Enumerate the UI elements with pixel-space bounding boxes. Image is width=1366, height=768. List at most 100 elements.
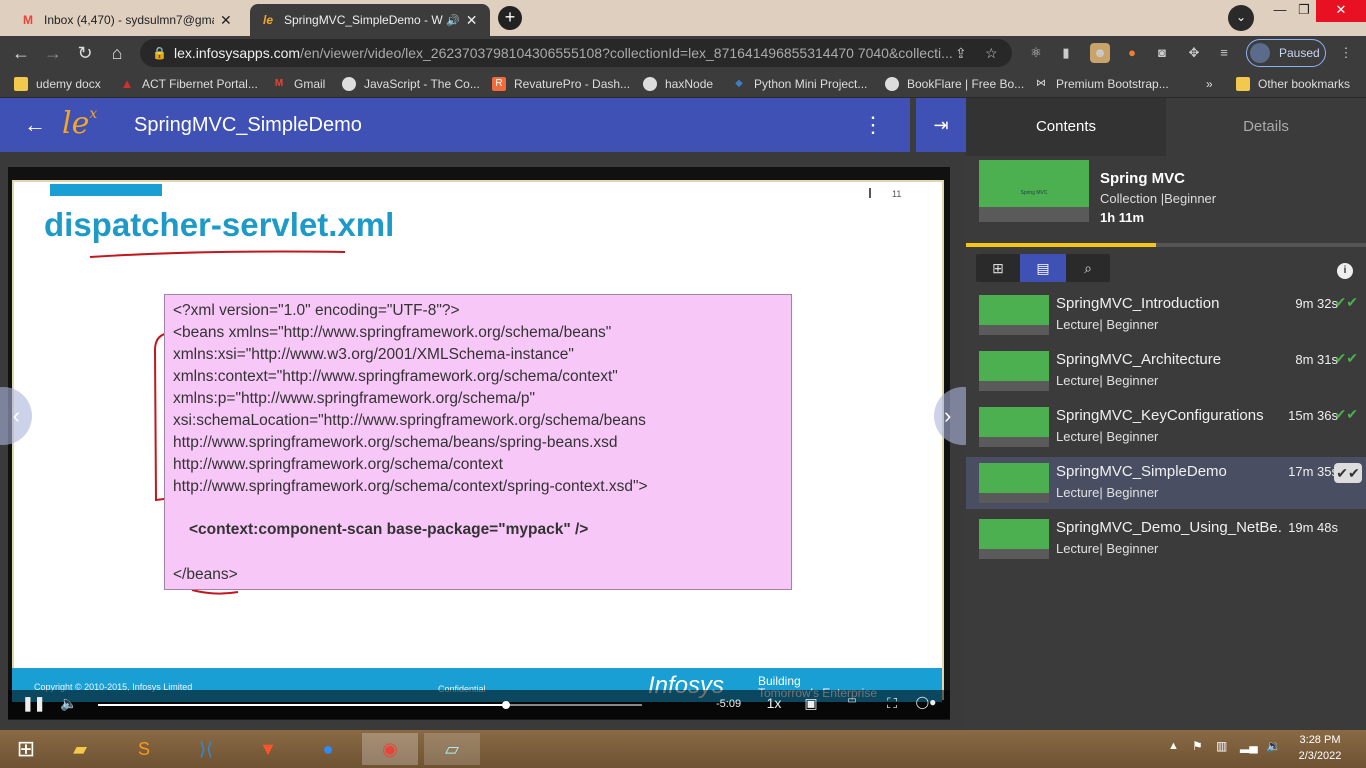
time-remaining: -5:09 bbox=[716, 698, 742, 710]
thumbnail-band bbox=[979, 325, 1049, 335]
lecture-item[interactable]: SpringMVC_Introduction Lecture| Beginner 9… bbox=[966, 289, 1366, 341]
completed-check-icon: ✔✔ bbox=[1334, 350, 1358, 366]
lecture-duration: 9m 32s bbox=[1295, 296, 1338, 311]
contents-panel: Contents Details Spring MVC Spring MVC C… bbox=[966, 98, 1366, 730]
volume-icon[interactable]: 🔈 bbox=[60, 695, 77, 712]
seek-bar[interactable] bbox=[98, 701, 642, 709]
code-line: xmlns:xsi="http://www.w3.org/2001/XMLSch… bbox=[173, 346, 574, 363]
extension-drop-icon[interactable]: ● bbox=[1122, 43, 1142, 63]
thumbnail-band bbox=[979, 381, 1049, 391]
code-box: <?xml version="1.0" encoding="UTF-8"?> <… bbox=[164, 294, 792, 590]
other-bookmarks[interactable]: Other bookmarks bbox=[1236, 75, 1350, 93]
profile-button[interactable]: Paused bbox=[1246, 39, 1326, 67]
profile-status: Paused bbox=[1279, 46, 1320, 60]
lecture-thumbnail bbox=[979, 519, 1049, 559]
quality-icon[interactable]: ▭ bbox=[844, 695, 860, 706]
extensions-puzzle-icon[interactable]: ✥ bbox=[1184, 43, 1204, 63]
autoplay-toggle-icon[interactable]: ◯● bbox=[910, 695, 942, 709]
seek-bar-progress bbox=[98, 704, 506, 706]
lecture-name: SpringMVC_KeyConfigurations bbox=[1056, 407, 1264, 424]
camera-extension-icon[interactable]: ◙ bbox=[1152, 43, 1172, 63]
sublime-text-icon[interactable]: S bbox=[122, 733, 166, 765]
completed-check-icon: ✔✔ bbox=[1334, 406, 1358, 422]
zoom-icon[interactable]: ● bbox=[306, 733, 350, 765]
thumbnail-band bbox=[979, 549, 1049, 559]
collection-progress-track bbox=[966, 243, 1366, 247]
lecture-thumbnail bbox=[979, 351, 1049, 391]
lecture-item[interactable]: SpringMVC_KeyConfigurations Lecture| Begi… bbox=[966, 401, 1366, 453]
clock-time[interactable]: 3:28 PM bbox=[1290, 734, 1350, 746]
tray-flag-icon[interactable]: ⚑ bbox=[1192, 739, 1203, 753]
search-icon[interactable]: ⌕ bbox=[1066, 254, 1110, 282]
lecture-item[interactable]: SpringMVC_SimpleDemo Lecture| Beginner 17m… bbox=[966, 457, 1366, 509]
close-window-button[interactable]: ✕ bbox=[1316, 0, 1366, 22]
lecture-name: SpringMVC_Demo_Using_NetBe... bbox=[1056, 519, 1281, 536]
lecture-subtitle: Lecture| Beginner bbox=[1056, 429, 1159, 444]
windows-taskbar: ⊞ ▰ S ⟩⟨ ▼ ● ◉ ▱ ▲ ⚑ ▥ ▂▄ 🔉 3:28 PM 2/3/… bbox=[0, 730, 1366, 768]
lecture-duration: 17m 35s bbox=[1288, 464, 1338, 479]
lecture-item[interactable]: SpringMVC_Demo_Using_NetBe... Lecture| Be… bbox=[966, 513, 1366, 565]
tab-contents[interactable]: Contents bbox=[966, 98, 1166, 156]
tray-network-icon[interactable]: ▥ bbox=[1216, 739, 1227, 753]
code-line: <?xml version="1.0" encoding="UTF-8"?> bbox=[173, 302, 460, 319]
tray-chevron-icon[interactable]: ▲ bbox=[1168, 740, 1179, 752]
bookmark-star-icon[interactable]: ☆ bbox=[985, 39, 998, 67]
lecture-item[interactable]: SpringMVC_Architecture Lecture| Beginner 8… bbox=[966, 345, 1366, 397]
chrome-icon[interactable]: ◉ bbox=[362, 733, 418, 765]
completed-check-icon: ✔✔ bbox=[1334, 463, 1362, 483]
lecture-subtitle: Lecture| Beginner bbox=[1056, 485, 1159, 500]
bookmark-label: Premium Bootstrap... bbox=[1056, 77, 1169, 91]
code-line: http://www.springframework.org/schema/co… bbox=[173, 456, 503, 473]
bookmark-item[interactable]: ⋈ Premium Bootstrap... bbox=[1034, 75, 1169, 93]
info-icon[interactable]: i bbox=[1337, 263, 1353, 279]
clock-date[interactable]: 2/3/2022 bbox=[1290, 750, 1350, 762]
lecture-name: SpringMVC_Introduction bbox=[1056, 295, 1220, 312]
list-view-icon[interactable]: ▤ bbox=[1020, 254, 1066, 282]
thumbnail-band bbox=[979, 493, 1049, 503]
notepad-icon[interactable]: ▱ bbox=[424, 733, 480, 765]
extension-icon[interactable]: ▮ bbox=[1056, 43, 1076, 63]
thumbnail-band bbox=[979, 437, 1049, 447]
view-switcher: ⊞ ▤ ⌕ bbox=[976, 254, 1110, 282]
thumbnail-text: Spring MVC bbox=[1020, 190, 1048, 196]
lecture-name: SpringMVC_Architecture bbox=[1056, 351, 1222, 368]
playback-speed[interactable]: 1x bbox=[764, 695, 784, 711]
more-bookmarks-button[interactable]: » bbox=[1206, 75, 1213, 93]
extension-face-icon[interactable]: ☻ bbox=[1090, 43, 1110, 63]
picture-in-picture-icon[interactable]: ▣ bbox=[802, 695, 820, 712]
lecture-subtitle: Lecture| Beginner bbox=[1056, 317, 1159, 332]
tab-details[interactable]: Details bbox=[1166, 98, 1366, 156]
windows-start-icon[interactable]: ⊞ bbox=[4, 733, 48, 765]
tray-wifi-icon[interactable]: ▂▄ bbox=[1240, 739, 1258, 753]
vscode-icon[interactable]: ⟩⟨ bbox=[184, 733, 228, 765]
bootstrap-icon: ⋈ bbox=[1036, 78, 1046, 89]
code-line: xsi:schemaLocation="http://www.springfra… bbox=[173, 412, 646, 429]
collection-duration: 1h 11m bbox=[1100, 210, 1145, 225]
seek-handle[interactable] bbox=[502, 701, 510, 709]
reading-list-icon[interactable]: ≡ bbox=[1214, 43, 1234, 63]
lecture-subtitle: Lecture| Beginner bbox=[1056, 373, 1159, 388]
tray-volume-icon[interactable]: 🔉 bbox=[1266, 739, 1281, 753]
avatar bbox=[1250, 43, 1270, 63]
collection-title: Spring MVC bbox=[1100, 170, 1185, 187]
completed-check-icon: ✔✔ bbox=[1334, 294, 1358, 310]
folder-icon bbox=[1236, 77, 1250, 91]
lecture-subtitle: Lecture| Beginner bbox=[1056, 541, 1159, 556]
fullscreen-icon[interactable]: ⛶ bbox=[884, 695, 900, 712]
menu-kebab-icon[interactable]: ⋮ bbox=[1336, 43, 1356, 63]
lecture-duration: 8m 31s bbox=[1295, 352, 1338, 367]
tree-view-icon[interactable]: ⊞ bbox=[976, 254, 1020, 282]
code-line: http://www.springframework.org/schema/co… bbox=[173, 478, 648, 495]
lecture-duration: 19m 48s bbox=[1288, 520, 1338, 535]
pause-icon[interactable]: ❚❚ bbox=[22, 695, 45, 712]
bookmark-label: Other bookmarks bbox=[1258, 77, 1351, 91]
react-extension-icon[interactable]: ⚛ bbox=[1026, 43, 1046, 63]
lecture-thumbnail bbox=[979, 463, 1049, 503]
tab-search-icon[interactable]: ⌄ bbox=[1228, 5, 1254, 31]
code-line: <beans xmlns="http://www.springframework… bbox=[173, 324, 612, 341]
brave-icon[interactable]: ▼ bbox=[246, 733, 290, 765]
collection-subtitle: Collection |Beginner bbox=[1100, 191, 1217, 206]
file-explorer-icon[interactable]: ▰ bbox=[58, 733, 102, 765]
code-line: http://www.springframework.org/schema/be… bbox=[173, 434, 618, 451]
code-line: xmlns:p="http://www.springframework.org/… bbox=[173, 390, 536, 407]
